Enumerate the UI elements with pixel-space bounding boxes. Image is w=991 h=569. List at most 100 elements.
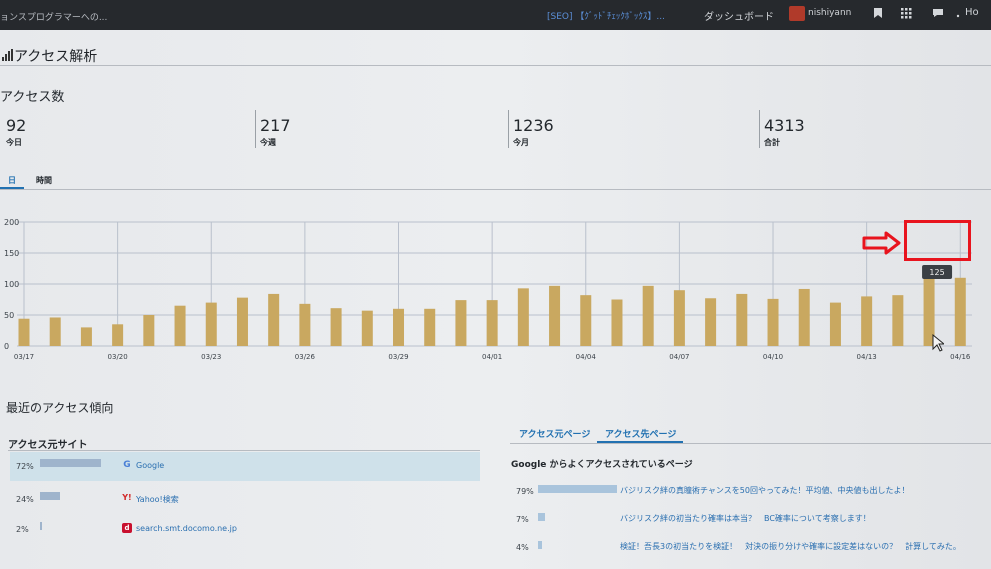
stat-divider <box>255 110 256 148</box>
x-tick-label: 03/26 <box>295 353 316 361</box>
dest-link[interactable]: バジリスク絆の真瞳術チャンスを50回やってみた！平均値、中央値も出したよ！ <box>620 485 910 496</box>
dest-link[interactable]: バジリスク絆の初当たり確率は本当？ BC確率について考察します！ <box>620 513 871 524</box>
dest-link[interactable]: 検証！吾長3の初当たりを検証！ 対決の振り分けや確率に設定差はないの？ 計算して… <box>620 541 961 552</box>
chart-bar <box>611 299 623 346</box>
source-bar <box>40 492 61 500</box>
stat-divider <box>759 110 760 148</box>
chart-bar <box>517 288 529 346</box>
chart-bar <box>829 302 841 346</box>
source-name[interactable]: Google <box>136 461 164 470</box>
chart-bar <box>954 277 966 346</box>
x-tick-label: 04/13 <box>857 353 877 361</box>
source-row[interactable]: 72% G Google <box>10 452 480 481</box>
x-tick-label: 03/23 <box>201 353 221 361</box>
tab-hour[interactable]: 時間 <box>36 175 52 186</box>
sources-divider <box>8 450 480 451</box>
chart-bar <box>798 288 810 346</box>
source-name[interactable]: Yahoo!検索 <box>136 494 179 505</box>
tab-day[interactable]: 日 <box>8 175 16 186</box>
title-divider <box>0 65 991 66</box>
stat-month: 1236 今月 <box>513 116 554 148</box>
more-menu[interactable]: Ho <box>965 7 979 18</box>
dest-percent: 4% <box>516 543 529 552</box>
x-tick-label: 03/29 <box>388 353 408 361</box>
dest-percent: 7% <box>516 515 529 524</box>
stat-value: 1236 <box>513 116 554 135</box>
chart-bar <box>174 305 186 346</box>
google-icon: G <box>123 460 131 470</box>
y-tick-label: 200 <box>4 218 19 227</box>
chart-bar <box>236 297 248 346</box>
dest-percent: 79% <box>516 487 534 496</box>
avatar[interactable] <box>789 6 805 21</box>
username-menu[interactable]: nishiyann <box>808 8 851 18</box>
source-name[interactable]: search.smt.docomo.ne.jp <box>136 524 237 533</box>
stat-week: 217 今週 <box>260 116 291 148</box>
mouse-cursor-icon <box>932 334 944 352</box>
stat-today: 92 今日 <box>6 116 26 148</box>
docomo-icon: d <box>122 523 132 533</box>
chart-bar <box>861 296 873 346</box>
source-percent: 24% <box>16 495 34 504</box>
stat-label: 合計 <box>764 138 780 147</box>
x-tick-label: 04/01 <box>482 353 502 361</box>
dest-row[interactable]: 79% バジリスク絆の真瞳術チャンスを50回やってみた！平均値、中央値も出したよ… <box>510 480 991 506</box>
bookmark-icon[interactable] <box>872 7 884 19</box>
main-content: アクセス解析 アクセス数 92 今日 217 今週 1236 今月 4313 合… <box>0 30 991 569</box>
x-tick-label: 04/04 <box>576 353 597 361</box>
site-name-link[interactable]: ョンスプログラマーへの... <box>0 10 107 23</box>
source-bar <box>40 522 42 530</box>
stat-label: 今週 <box>260 138 276 147</box>
chart-bar <box>486 300 498 346</box>
source-row[interactable]: 24% Y! Yahoo!検索 <box>10 485 480 514</box>
x-tick-label: 04/07 <box>669 353 689 361</box>
chart-bar <box>673 290 685 346</box>
source-bar <box>40 459 102 467</box>
chart-bar <box>330 308 342 346</box>
dest-row[interactable]: 7% バジリスク絆の初当たり確率は本当？ BC確率について考察します！ <box>510 508 991 534</box>
page-title: アクセス解析 <box>14 49 98 65</box>
y-tick-label: 100 <box>4 280 19 289</box>
x-tick-label: 03/17 <box>14 353 34 361</box>
source-row[interactable]: 2% d search.smt.docomo.ne.jp <box>10 515 480 544</box>
chart-bar <box>80 327 92 346</box>
chart-bar <box>143 315 155 346</box>
x-tick-label: 03/20 <box>108 353 128 361</box>
chart-bar <box>580 295 592 346</box>
tabs-divider <box>0 189 991 190</box>
chart-bar <box>205 302 217 346</box>
stat-total: 4313 合計 <box>764 116 805 148</box>
chart-bar <box>268 293 280 346</box>
admin-bar: ョンスプログラマーへの... [SEO] 【ｸﾞｯﾄﾞﾁｪｯｸﾎﾞｯｸｽ】...… <box>0 0 991 30</box>
ellipsis-icon[interactable] <box>952 7 964 19</box>
grid-icon[interactable] <box>900 7 912 19</box>
chart-bar <box>549 285 561 346</box>
dest-row[interactable]: 4% 検証！吾長3の初当たりを検証！ 対決の振り分けや確率に設定差はないの？ 計… <box>510 536 991 562</box>
admin-notice-link[interactable]: [SEO] 【ｸﾞｯﾄﾞﾁｪｯｸﾎﾞｯｸｽ】... <box>547 9 665 22</box>
stat-label: 今月 <box>513 138 529 147</box>
stat-label: 今日 <box>6 138 22 147</box>
dest-bar <box>538 485 617 493</box>
access-chart: 0 50 100 150 200 03/17 03/20 03/23 03/26 03/29 04/… <box>0 210 991 380</box>
chart-bar <box>361 310 373 346</box>
stat-value: 4313 <box>764 116 805 135</box>
chart-bar <box>393 308 405 346</box>
y-tick-label: 50 <box>4 311 14 320</box>
y-tick-label: 150 <box>4 249 19 258</box>
chart-bar <box>642 285 654 346</box>
source-percent: 72% <box>16 462 34 471</box>
tab-source-page[interactable]: アクセス元ページ <box>519 427 590 440</box>
access-count-title: アクセス数 <box>0 90 65 105</box>
dest-bar <box>538 513 545 521</box>
chart-bar <box>767 298 779 346</box>
stat-divider <box>508 110 509 148</box>
x-tick-label: 04/10 <box>763 353 783 361</box>
stat-value: 92 <box>6 116 27 135</box>
dashboard-link[interactable]: ダッシュボード <box>704 8 774 23</box>
tab-dest-page[interactable]: アクセス先ページ <box>605 427 676 440</box>
chart-bar <box>299 303 311 346</box>
chart-bar <box>892 295 904 346</box>
comment-icon[interactable] <box>932 7 944 19</box>
dest-bar <box>538 541 542 549</box>
chart-bar <box>49 317 61 346</box>
